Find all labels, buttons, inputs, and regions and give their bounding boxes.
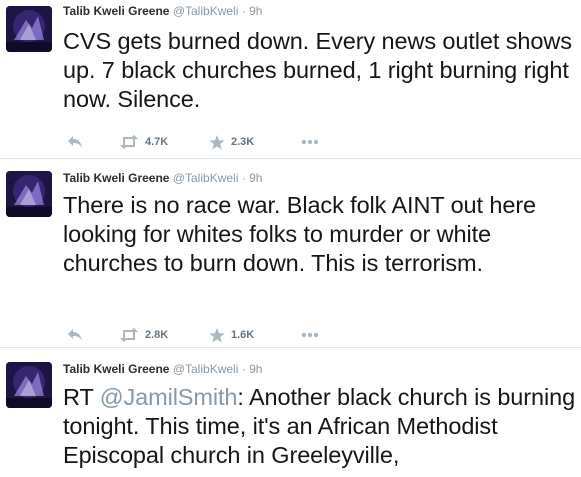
avatar-image [6,6,52,52]
tweet-header: Talib Kweli Greene @TalibKweli · 9h [63,169,262,187]
retweet-count: 2.8K [145,329,169,341]
more-dots-icon [301,332,319,338]
reply-button[interactable] [67,325,83,345]
star-icon [209,134,225,149]
star-icon [209,327,225,342]
author-name[interactable]: Talib Kweli Greene [63,362,169,376]
retweet-prefix: RT [63,384,100,410]
retweet-icon [120,135,138,149]
avatar[interactable] [6,171,52,217]
reply-icon [68,329,82,341]
author-handle[interactable]: @TalibKweli [173,362,239,376]
favorite-count: 2.3K [231,136,255,148]
tweet-2[interactable]: Talib Kweli Greene @TalibKweli · 9h Ther… [0,159,581,348]
reply-icon [68,136,82,148]
avatar-image [6,362,52,408]
reply-button[interactable] [67,132,83,152]
retweet-button[interactable]: 4.7K [119,132,168,152]
tweet-text: CVS gets burned down. Every news outlet … [63,28,572,112]
tweet-header: Talib Kweli Greene @TalibKweli · 9h [63,2,262,20]
tweet-text: RT @JamilSmith: Another black church is … [63,383,578,470]
favorite-count: 1.6K [231,329,255,341]
separator-dot: · [241,362,246,376]
retweet-count: 4.7K [145,136,169,148]
tweet-actions: 2.8K 1.6K [63,325,363,345]
separator-dot: · [241,171,246,185]
tweet-actions: 4.7K 2.3K [63,132,363,152]
tweet-text: There is no race war. Black folk AINT ou… [63,192,537,276]
avatar[interactable] [6,6,52,52]
more-dots-icon [301,139,319,145]
more-button[interactable] [301,325,319,345]
timestamp[interactable]: 9h [249,362,262,376]
author-name[interactable]: Talib Kweli Greene [63,171,169,185]
tweet-header: Talib Kweli Greene @TalibKweli · 9h [63,360,262,378]
timestamp[interactable]: 9h [249,171,262,185]
favorite-button[interactable]: 2.3K [209,132,254,152]
timestamp[interactable]: 9h [249,4,262,18]
tweet-3[interactable]: Talib Kweli Greene @TalibKweli · 9h RT @… [0,348,581,477]
favorite-button[interactable]: 1.6K [209,325,254,345]
author-handle[interactable]: @TalibKweli [173,4,239,18]
avatar[interactable] [6,362,52,408]
retweet-icon [120,328,138,342]
retweet-button[interactable]: 2.8K [119,325,168,345]
author-handle[interactable]: @TalibKweli [173,171,239,185]
more-button[interactable] [301,132,319,152]
mention-link[interactable]: @JamilSmith [100,384,238,410]
separator-dot: · [241,4,246,18]
tweet-1[interactable]: Talib Kweli Greene @TalibKweli · 9h CVS … [0,0,581,159]
author-name[interactable]: Talib Kweli Greene [63,4,169,18]
avatar-image [6,171,52,217]
